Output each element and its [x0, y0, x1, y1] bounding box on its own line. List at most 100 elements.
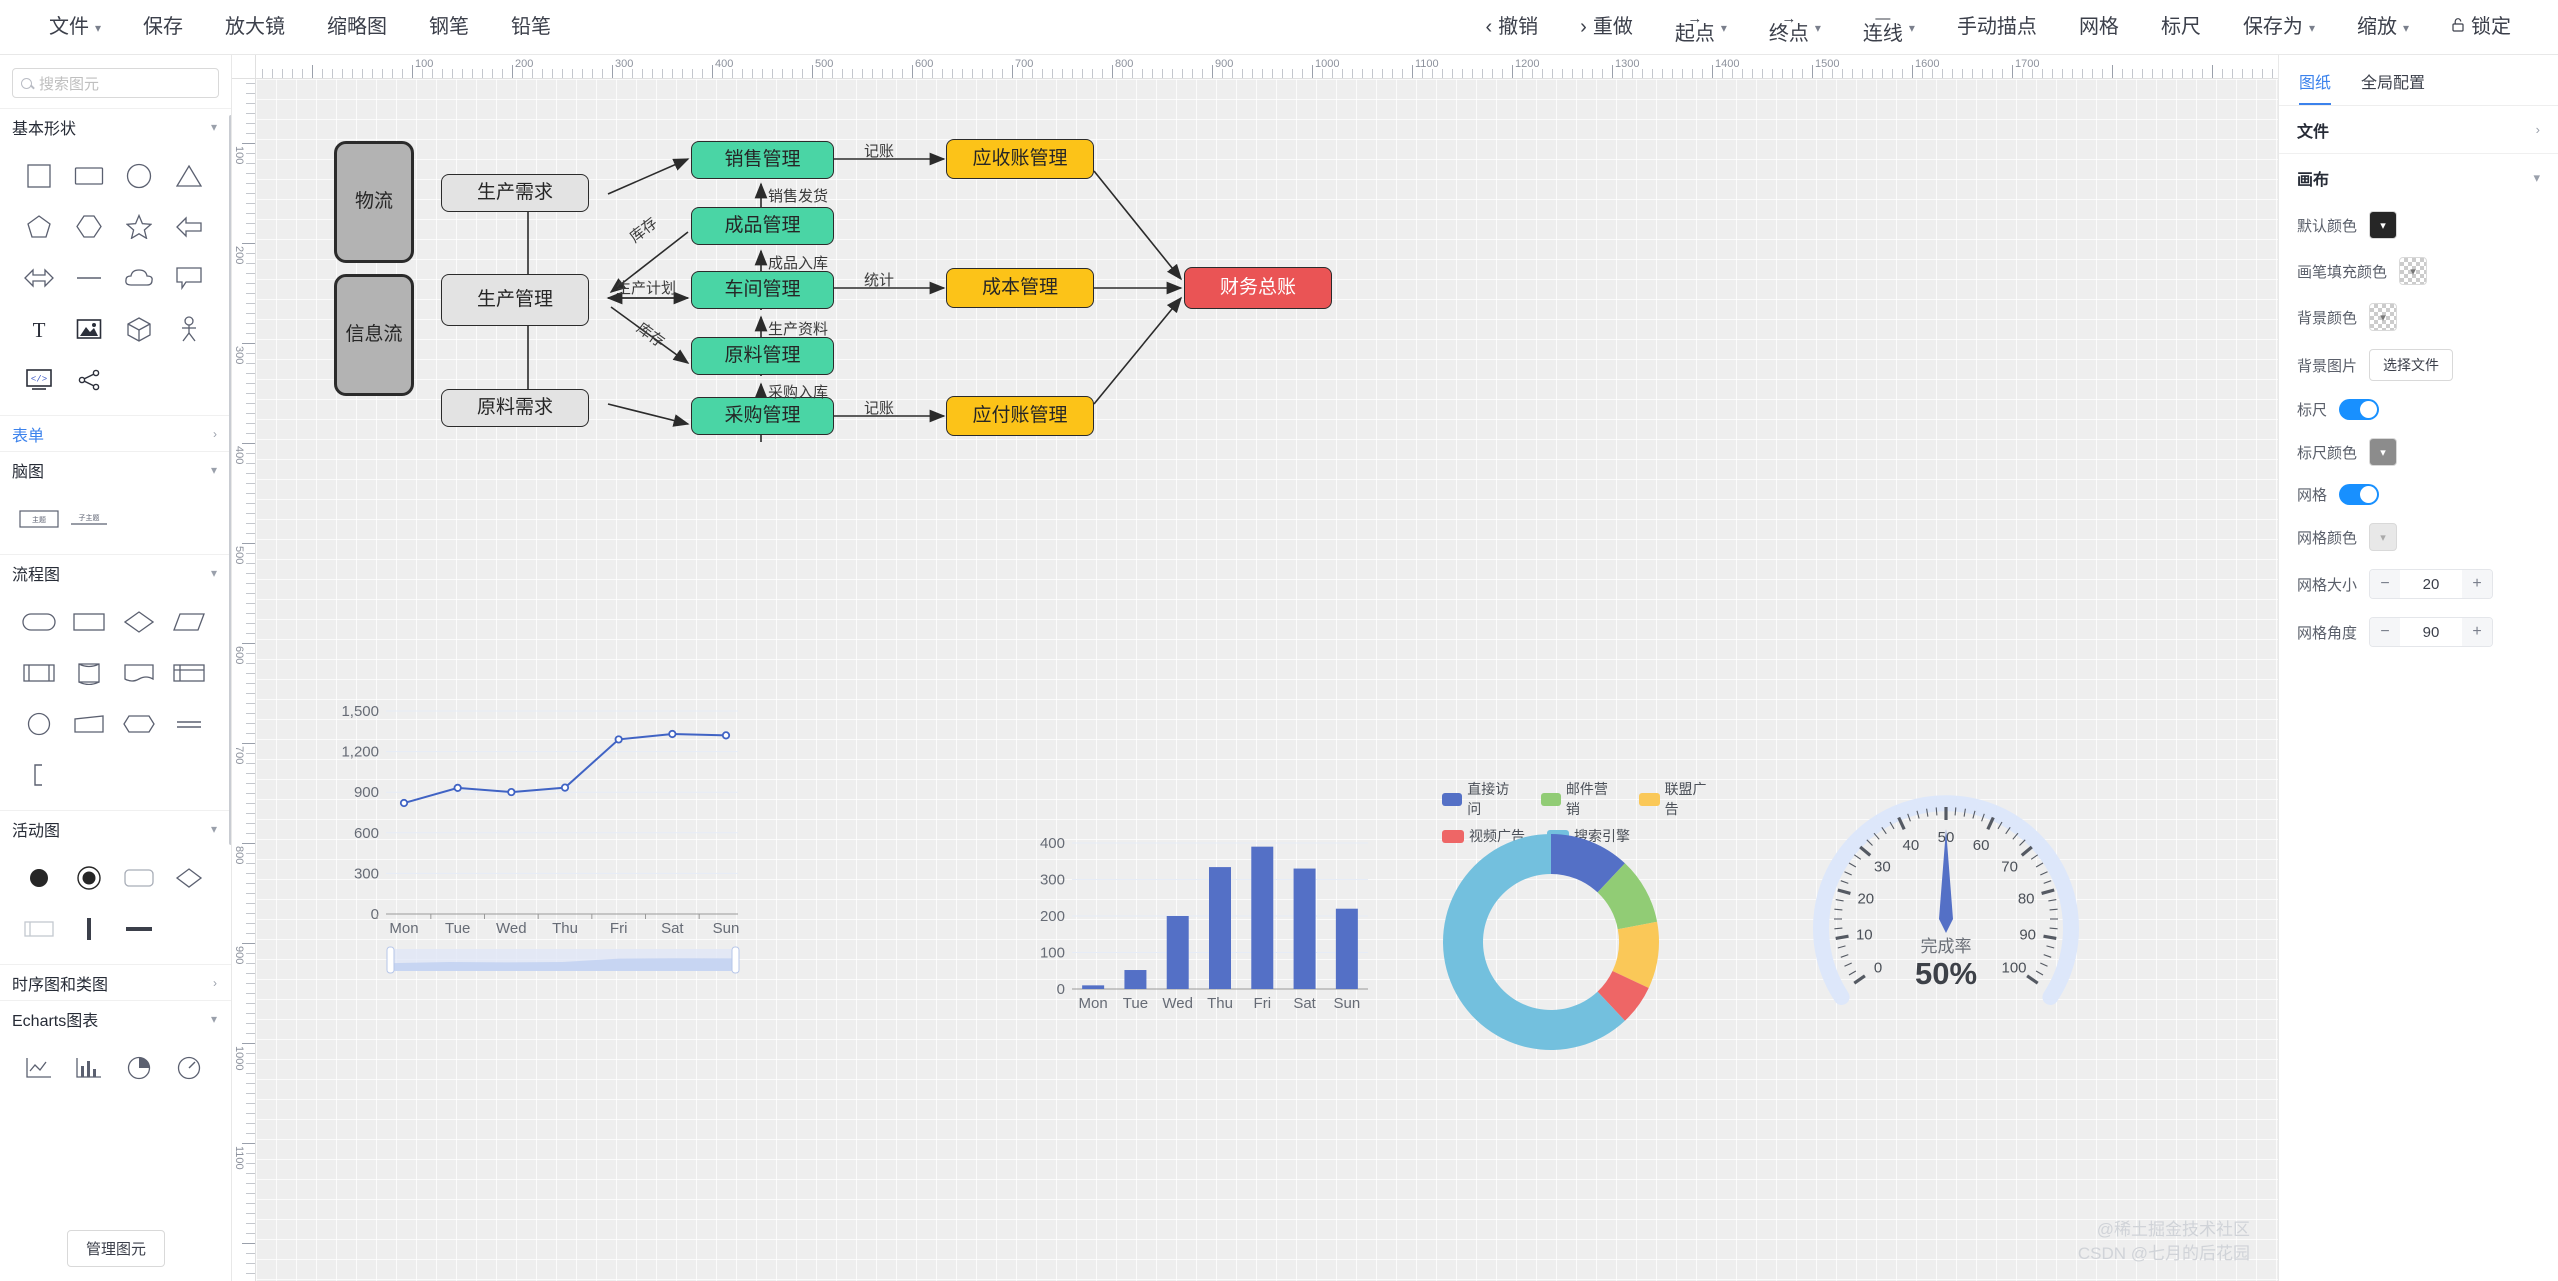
sidebar-section-echarts[interactable]: Echarts图表 ▾: [0, 1000, 231, 1036]
color-swatch-ruler[interactable]: ▾: [2369, 438, 2397, 466]
toolbar-endpoint-button[interactable]: → 终点 ▾: [1748, 5, 1842, 50]
grid-angle-decrement[interactable]: −: [2370, 618, 2400, 646]
pie-chart[interactable]: 直接访问 邮件营销 联盟广告 视频广告 搜索引擎: [1416, 779, 1716, 1069]
flow-node-yuanliaoxuqiu[interactable]: 原料需求: [441, 389, 589, 427]
gauge-chart-icon[interactable]: [164, 1042, 214, 1093]
sidebar-section-mindmap[interactable]: 脑图 ▾: [0, 451, 231, 487]
flow-node-shengchanguanli[interactable]: 生产管理: [441, 274, 589, 326]
shape-preparation[interactable]: [114, 698, 164, 749]
ruler-toggle[interactable]: [2339, 399, 2379, 420]
color-swatch-pen-fill[interactable]: ▾: [2399, 257, 2427, 285]
shape-terminator[interactable]: [14, 596, 64, 647]
shape-equals[interactable]: [164, 698, 214, 749]
panel-section-file[interactable]: 文件 ›: [2279, 106, 2558, 154]
toolbar-redo-button[interactable]: › 重做: [1559, 11, 1654, 43]
toolbar-thumbnail-button[interactable]: 缩略图: [306, 11, 408, 43]
color-swatch-grid[interactable]: ▾: [2369, 523, 2397, 551]
shape-partition[interactable]: [14, 903, 64, 954]
shape-arrow-left[interactable]: [164, 201, 214, 252]
horizontal-ruler[interactable]: 1002003004005006007008009001000110012001…: [256, 55, 2278, 79]
toolbar-saveas-button[interactable]: 保存为 ▾: [2222, 11, 2336, 43]
shape-decision-node[interactable]: [164, 852, 214, 903]
shape-trapezoid[interactable]: [64, 698, 114, 749]
shape-cloud[interactable]: [114, 252, 164, 303]
shape-callout[interactable]: [164, 252, 214, 303]
shape-stored-data[interactable]: [64, 647, 114, 698]
toolbar-save-button[interactable]: 保存: [122, 11, 204, 43]
shape-connector[interactable]: [14, 698, 64, 749]
toolbar-ruler-button[interactable]: 标尺: [2140, 11, 2222, 43]
shape-square[interactable]: [14, 150, 64, 201]
search-input[interactable]: 搜索图元: [12, 68, 219, 98]
flow-node-yuanliaoguanli[interactable]: 原料管理: [691, 337, 834, 375]
shape-triangle[interactable]: [164, 150, 214, 201]
share-icon[interactable]: [64, 354, 114, 405]
shape-actor[interactable]: [164, 303, 214, 354]
shape-action[interactable]: [114, 852, 164, 903]
sidebar-section-activity[interactable]: 活动图 ▾: [0, 810, 231, 846]
toolbar-zoom-button[interactable]: 缩放 ▾: [2336, 11, 2430, 43]
pie-chart-icon[interactable]: [114, 1042, 164, 1093]
grid-size-value[interactable]: 20: [2400, 570, 2462, 598]
legend-item-youjianyingxiao[interactable]: 邮件营销: [1541, 779, 1618, 819]
sidebar-section-sequence-class[interactable]: 时序图和类图 ›: [0, 964, 231, 1000]
shape-circle[interactable]: [114, 150, 164, 201]
shape-final-node[interactable]: [64, 852, 114, 903]
legend-item-zhijiefangwen[interactable]: 直接访问: [1442, 779, 1519, 819]
text-tool-icon[interactable]: T: [14, 303, 64, 354]
grid-toggle[interactable]: [2339, 484, 2379, 505]
flow-node-shengchanxuqiu[interactable]: 生产需求: [441, 174, 589, 212]
shape-initial-node[interactable]: [14, 852, 64, 903]
diagram-canvas[interactable]: 物流 信息流 生产需求 生产管理 原料需求 销售管理 成品管理 车间管理 原料管…: [256, 79, 2278, 1281]
bar-chart-icon[interactable]: [64, 1042, 114, 1093]
manage-elements-button[interactable]: 管理图元: [67, 1230, 165, 1267]
choose-file-button[interactable]: 选择文件: [2369, 349, 2453, 381]
flow-node-chengpinguanli[interactable]: 成品管理: [691, 207, 834, 245]
shape-hexagon[interactable]: [64, 201, 114, 252]
shape-predefined-process[interactable]: [14, 647, 64, 698]
shape-star[interactable]: [114, 201, 164, 252]
sidebar-section-form[interactable]: 表单 ›: [0, 415, 231, 451]
bar-chart[interactable]: 0100200300400 MonTueWedThuFriSatSun: [1026, 829, 1376, 1019]
color-swatch-default[interactable]: ▾: [2369, 211, 2397, 239]
grid-angle-value[interactable]: 90: [2400, 618, 2462, 646]
flow-node-chengbenguanli[interactable]: 成本管理: [946, 268, 1094, 308]
grid-size-increment[interactable]: +: [2462, 570, 2492, 598]
shape-fork-horizontal[interactable]: [114, 903, 164, 954]
shape-mindmap-subtopic[interactable]: 子主题: [64, 493, 114, 544]
shape-process[interactable]: [64, 596, 114, 647]
toolbar-lock-button[interactable]: 锁定: [2430, 11, 2532, 43]
toolbar-manualpoint-button[interactable]: 手动描点: [1936, 11, 2058, 43]
toolbar-pencil-button[interactable]: 铅笔: [490, 11, 572, 43]
flow-node-yingshouzhang[interactable]: 应收账管理: [946, 139, 1094, 179]
shape-pentagon[interactable]: [14, 201, 64, 252]
flow-node-caigouguanli[interactable]: 采购管理: [691, 397, 834, 435]
flow-node-xinxiliu[interactable]: 信息流: [334, 274, 414, 396]
gauge-chart[interactable]: 0102030405060708090100 完成率 50%: [1796, 769, 2096, 1069]
grid-size-decrement[interactable]: −: [2370, 570, 2400, 598]
color-swatch-background[interactable]: ▾: [2369, 303, 2397, 331]
shape-document[interactable]: [114, 647, 164, 698]
legend-item-lianmengguanggao[interactable]: 联盟广告: [1639, 779, 1716, 819]
shape-mindmap-topic[interactable]: 主题: [14, 493, 64, 544]
shape-arrow-both[interactable]: [14, 252, 64, 303]
panel-section-canvas[interactable]: 画布 ▾: [2279, 154, 2558, 202]
tab-drawing[interactable]: 图纸: [2299, 69, 2331, 105]
sidebar-section-basic-shapes[interactable]: 基本形状 ▾: [0, 108, 231, 144]
vertical-ruler[interactable]: 10020030040050060070080090010001100: [232, 79, 256, 1281]
line-chart-icon[interactable]: [14, 1042, 64, 1093]
flow-node-yingfuzhang[interactable]: 应付账管理: [946, 396, 1094, 436]
flow-node-chejianguanli[interactable]: 车间管理: [691, 271, 834, 309]
tab-global-config[interactable]: 全局配置: [2361, 69, 2425, 105]
image-tool-icon[interactable]: [64, 303, 114, 354]
shape-data[interactable]: [164, 596, 214, 647]
line-chart[interactable]: 03006009001,2001,500 MonTueWedThuFriSatS…: [338, 699, 748, 989]
shape-cube[interactable]: [114, 303, 164, 354]
flow-node-xiaoshouguanli[interactable]: 销售管理: [691, 141, 834, 179]
sidebar-section-flowchart[interactable]: 流程图 ▾: [0, 554, 231, 590]
shape-fork-vertical[interactable]: [64, 903, 114, 954]
toolbar-magnifier-button[interactable]: 放大镜: [204, 11, 306, 43]
toolbar-file-menu[interactable]: 文件 ▾: [28, 11, 122, 43]
flow-node-caiwuzongzhang[interactable]: 财务总账: [1184, 267, 1332, 309]
shape-line[interactable]: [64, 252, 114, 303]
